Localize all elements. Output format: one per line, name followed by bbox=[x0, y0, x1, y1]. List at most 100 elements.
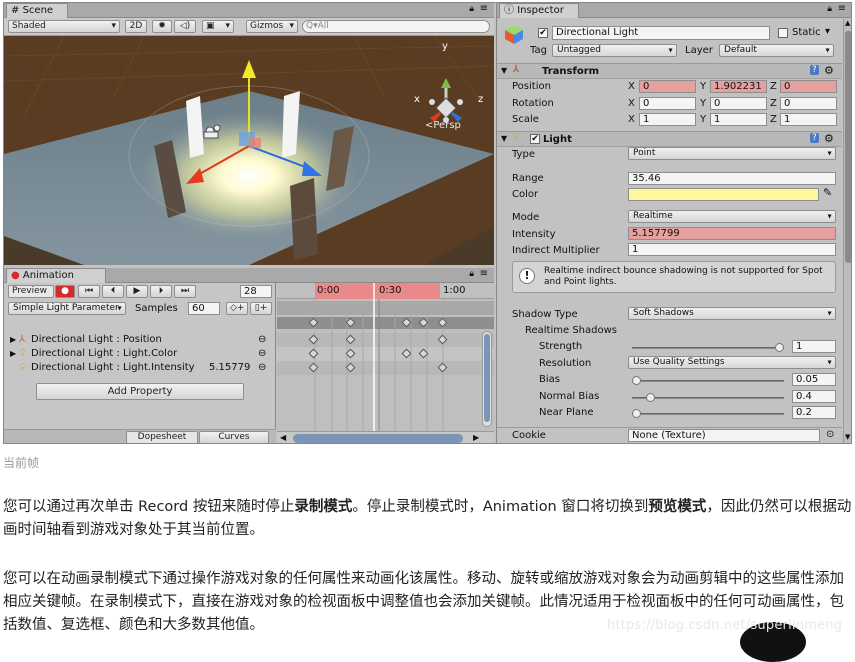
shading-dropdown[interactable]: Shaded ▾ bbox=[8, 20, 120, 33]
audio-toggle[interactable]: ◁) bbox=[174, 20, 196, 33]
scroll-thumb[interactable] bbox=[293, 434, 463, 443]
first-key-icon: ⏮ bbox=[84, 286, 94, 296]
play-button[interactable]: ▶ bbox=[126, 285, 148, 298]
scale-y-field[interactable]: 1 bbox=[710, 113, 767, 126]
lighting-toggle[interactable]: ✹ bbox=[152, 20, 172, 33]
menu-icon[interactable]: ≡ bbox=[480, 3, 488, 14]
property-row[interactable]: ▶ ⅄ Directional Light : Position ⊖ bbox=[4, 333, 276, 347]
color-swatch[interactable] bbox=[628, 188, 819, 201]
tab-scene[interactable]: # Scene bbox=[6, 3, 68, 18]
tag-dropdown[interactable]: Untagged bbox=[552, 44, 677, 57]
dropdown-arrow-icon[interactable]: ▾ bbox=[825, 26, 830, 37]
shadow-type-dropdown[interactable]: Soft Shadows bbox=[628, 307, 836, 320]
prev-key-button[interactable]: ⏴ bbox=[102, 285, 124, 298]
mode-dropdown[interactable]: Realtime bbox=[628, 210, 836, 223]
bias-slider[interactable] bbox=[632, 376, 784, 385]
transform-header[interactable]: ▼ ⅄ Transform ? ⚙ bbox=[497, 63, 842, 79]
slider-knob[interactable] bbox=[632, 376, 641, 385]
object-name-field[interactable]: Directional Light bbox=[552, 26, 770, 40]
inspector-scrollbar[interactable]: ▲ ▼ bbox=[843, 19, 851, 443]
fold-arrow-icon[interactable]: ▼ bbox=[501, 134, 507, 143]
type-dropdown[interactable]: Point bbox=[628, 147, 836, 160]
intensity-field[interactable]: 5.157799 bbox=[628, 227, 836, 240]
curves-tab[interactable]: Curves bbox=[199, 431, 269, 443]
frame-field[interactable]: 28 bbox=[240, 285, 272, 298]
persp-label[interactable]: <Persp bbox=[425, 120, 461, 131]
first-key-button[interactable]: ⏮ bbox=[78, 285, 100, 298]
property-options-icon[interactable]: ⊖ bbox=[258, 347, 266, 361]
slider-knob[interactable] bbox=[775, 343, 784, 352]
slider-knob[interactable] bbox=[632, 409, 641, 418]
normal-bias-field[interactable]: 0.4 bbox=[792, 390, 836, 403]
scroll-thumb[interactable] bbox=[845, 31, 851, 263]
scale-x-field[interactable]: 1 bbox=[639, 113, 696, 126]
gear-icon[interactable]: ⚙ bbox=[824, 64, 834, 77]
eyedropper-icon[interactable]: ✎ bbox=[823, 186, 832, 199]
bias-field[interactable]: 0.05 bbox=[792, 373, 836, 386]
samples-field[interactable]: 60 bbox=[188, 302, 220, 315]
help-icon[interactable]: ? bbox=[810, 133, 819, 143]
resolution-dropdown[interactable]: Use Quality Settings bbox=[628, 356, 836, 369]
scroll-down-icon[interactable]: ▼ bbox=[845, 433, 850, 441]
strength-slider[interactable] bbox=[632, 343, 784, 352]
expand-arrow-icon[interactable]: ▶ bbox=[10, 347, 16, 361]
scale-z-field[interactable]: 1 bbox=[780, 113, 837, 126]
property-row[interactable]: 💡︎ Directional Light : Light.Intensity 5… bbox=[4, 361, 276, 375]
scroll-thumb[interactable] bbox=[484, 334, 490, 422]
object-picker-icon[interactable]: ⊙ bbox=[826, 429, 834, 440]
tab-inspector[interactable]: ⓘ Inspector bbox=[499, 3, 579, 18]
effects-dropdown[interactable]: ▣ ▾ bbox=[202, 20, 234, 33]
clip-dropdown[interactable]: Simple Light Parameter bbox=[8, 302, 126, 315]
scene-viewport[interactable]: y x z <Persp bbox=[4, 36, 494, 265]
expand-arrow-icon[interactable]: ▶ bbox=[10, 333, 16, 347]
preview-toggle[interactable]: Preview bbox=[8, 285, 54, 298]
timeline-panel[interactable]: 0:00 0:30 1:00 ◀ ▶ bbox=[277, 283, 494, 443]
active-checkbox[interactable]: ✔ bbox=[538, 28, 548, 38]
rotation-y-field[interactable]: 0 bbox=[710, 97, 767, 110]
static-checkbox[interactable] bbox=[778, 28, 788, 38]
scroll-left-icon[interactable]: ◀ bbox=[280, 433, 286, 442]
menu-icon[interactable]: ≡ bbox=[838, 3, 846, 14]
light-header[interactable]: ▼ 💡︎ ✔ Light ? ⚙ bbox=[497, 131, 842, 147]
2d-toggle[interactable]: 2D bbox=[125, 20, 147, 33]
lock-icon[interactable]: 🔒︎ bbox=[827, 4, 832, 14]
normal-bias-slider[interactable] bbox=[632, 393, 784, 402]
help-icon[interactable]: ? bbox=[810, 65, 819, 75]
cookie-field[interactable]: None (Texture) bbox=[628, 429, 820, 442]
timeline-horizontal-scrollbar[interactable]: ◀ ▶ bbox=[277, 431, 494, 443]
scroll-right-icon[interactable]: ▶ bbox=[473, 433, 479, 442]
add-property-button[interactable]: Add Property bbox=[36, 383, 244, 400]
rotation-x-field[interactable]: 0 bbox=[639, 97, 696, 110]
position-z-field[interactable]: 0 bbox=[780, 80, 837, 93]
layer-dropdown[interactable]: Default bbox=[719, 44, 834, 57]
gear-icon[interactable]: ⚙ bbox=[824, 132, 834, 145]
tab-animation[interactable]: ● Animation bbox=[6, 268, 106, 283]
position-y-field[interactable]: 1.902231 bbox=[710, 80, 767, 93]
property-options-icon[interactable]: ⊖ bbox=[258, 361, 266, 375]
rotation-z-field[interactable]: 0 bbox=[780, 97, 837, 110]
indirect-multiplier-field[interactable]: 1 bbox=[628, 243, 836, 256]
dopesheet-tab[interactable]: Dopesheet bbox=[126, 431, 198, 443]
add-event-button[interactable]: ▯+ bbox=[250, 302, 272, 315]
scene-search-input[interactable]: Q▾All bbox=[302, 20, 490, 33]
position-x-field[interactable]: 0 bbox=[639, 80, 696, 93]
gizmos-dropdown[interactable]: Gizmos ▾ bbox=[246, 20, 298, 33]
record-button[interactable]: ● bbox=[55, 285, 75, 298]
property-row[interactable]: ▶ 💡︎ Directional Light : Light.Color ⊖ bbox=[4, 347, 276, 361]
lock-icon[interactable]: 🔒︎ bbox=[469, 269, 474, 279]
strength-field[interactable]: 1 bbox=[792, 340, 836, 353]
scroll-up-icon[interactable]: ▲ bbox=[845, 19, 850, 27]
property-options-icon[interactable]: ⊖ bbox=[258, 333, 266, 347]
add-keyframe-button[interactable]: ◇+ bbox=[226, 302, 248, 315]
timeline-vertical-scrollbar[interactable] bbox=[482, 331, 492, 427]
near-plane-slider[interactable] bbox=[632, 409, 784, 418]
slider-knob[interactable] bbox=[646, 393, 655, 402]
lock-icon[interactable]: 🔒︎ bbox=[469, 4, 474, 14]
range-field[interactable]: 35.46 bbox=[628, 172, 836, 185]
light-enabled-checkbox[interactable]: ✔ bbox=[530, 134, 540, 144]
near-plane-field[interactable]: 0.2 bbox=[792, 406, 836, 419]
next-key-button[interactable]: ⏵ bbox=[150, 285, 172, 298]
fold-arrow-icon[interactable]: ▼ bbox=[501, 66, 507, 75]
last-key-button[interactable]: ⏭ bbox=[174, 285, 196, 298]
menu-icon[interactable]: ≡ bbox=[480, 268, 488, 279]
